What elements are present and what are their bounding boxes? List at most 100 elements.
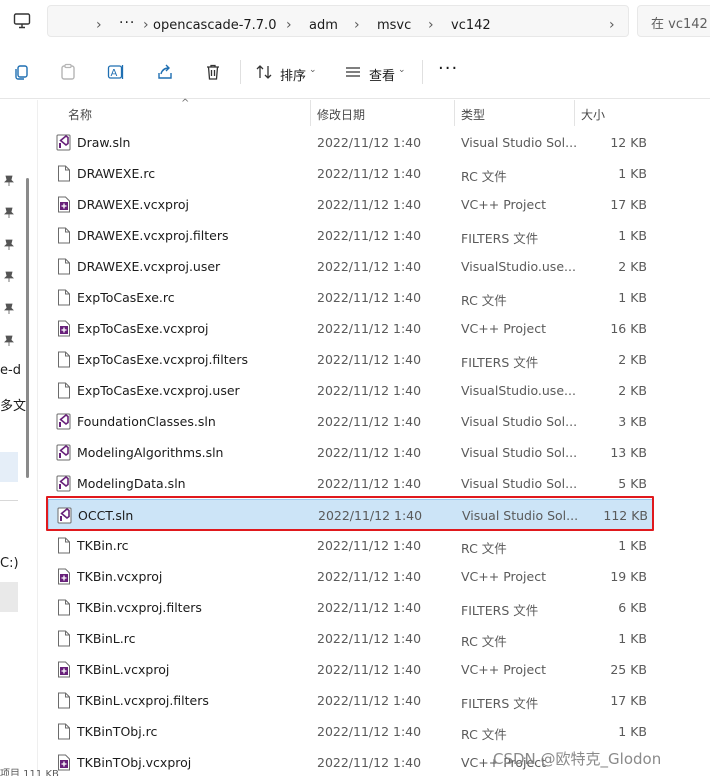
file-row[interactable]: Draw.sln 2022/11/12 1:40 Visual Studio Sol… — [48, 127, 653, 158]
file-row[interactable]: FoundationClasses.sln 2022/11/12 1:40 Visu… — [48, 406, 653, 437]
file-modified-date: 2022/11/12 1:40 — [317, 538, 422, 553]
document-file-icon — [56, 692, 72, 709]
sidebar-item-hover[interactable] — [0, 582, 18, 612]
file-modified-date: 2022/11/12 1:40 — [317, 166, 422, 181]
more-crumbs-icon[interactable]: ··· — [119, 15, 135, 31]
column-divider[interactable] — [454, 100, 455, 126]
column-header-modified[interactable]: 修改日期 — [317, 106, 365, 123]
file-row[interactable]: DRAWEXE.vcxproj.user 2022/11/12 1:40 Visua… — [48, 251, 653, 282]
file-row[interactable]: ExpToCasExe.vcxproj.filters 2022/11/12 1:… — [48, 344, 653, 375]
file-type: VC++ Project — [461, 662, 546, 677]
chevron-right-icon: › — [354, 17, 360, 33]
file-size: 12 KB — [610, 135, 647, 150]
sidebar-item-selected[interactable] — [0, 452, 18, 482]
chevron-down-icon: ⌄ — [398, 65, 406, 75]
file-modified-date: 2022/11/12 1:40 — [317, 569, 422, 584]
file-type: Visual Studio Sol... — [461, 445, 578, 460]
file-name: DRAWEXE.vcxproj — [77, 197, 189, 212]
file-name: ModelingData.sln — [77, 476, 186, 491]
file-name: ExpToCasExe.vcxproj.user — [77, 383, 240, 398]
file-size: 2 KB — [618, 383, 647, 398]
document-file-icon — [56, 258, 72, 275]
file-type: Visual Studio Sol... — [461, 414, 578, 429]
solution-file-icon — [56, 475, 72, 492]
pin-icon — [4, 335, 14, 346]
chevron-right-icon[interactable]: › — [609, 17, 615, 33]
file-type: VC++ Project — [461, 321, 546, 336]
more-options-icon[interactable]: ··· — [438, 58, 458, 79]
file-modified-date: 2022/11/12 1:40 — [317, 662, 422, 677]
copy-icon[interactable] — [13, 63, 31, 81]
file-type: Visual Studio Sol... — [461, 135, 578, 150]
breadcrumb-item-adm[interactable]: adm — [309, 18, 338, 33]
file-name: ExpToCasExe.rc — [77, 290, 175, 305]
sort-icon — [256, 65, 272, 79]
breadcrumb-item-msvc[interactable]: msvc — [377, 18, 411, 33]
document-file-icon — [56, 227, 72, 244]
column-divider[interactable] — [574, 100, 575, 126]
file-row[interactable]: ExpToCasExe.vcxproj 2022/11/12 1:40 VC++ P… — [48, 313, 653, 344]
file-name: FoundationClasses.sln — [77, 414, 216, 429]
file-name: DRAWEXE.vcxproj.filters — [77, 228, 229, 243]
file-type: RC 文件 — [461, 727, 507, 742]
file-type: FILTERS 文件 — [461, 231, 539, 246]
breadcrumb-item-opencascade[interactable]: opencascade-7.7.0 — [153, 18, 276, 33]
vcxproj-file-icon — [56, 568, 72, 585]
file-size: 1 KB — [618, 538, 647, 553]
file-row[interactable]: ModelingData.sln 2022/11/12 1:40 Visual St… — [48, 468, 653, 499]
breadcrumb-item-vc142[interactable]: vc142 — [451, 18, 491, 33]
search-input[interactable]: 在 vc142 — [637, 5, 710, 37]
file-row[interactable]: TKBinL.vcxproj 2022/11/12 1:40 VC++ Projec… — [48, 654, 653, 685]
file-row[interactable]: TKBinL.vcxproj.filters 2022/11/12 1:40 FIL… — [48, 685, 653, 716]
delete-icon[interactable] — [204, 63, 222, 81]
this-pc-icon[interactable] — [13, 12, 31, 30]
navigation-scrollbar[interactable] — [26, 178, 29, 478]
column-header-size[interactable]: 大小 — [581, 106, 605, 123]
file-modified-date: 2022/11/12 1:40 — [317, 631, 422, 646]
file-row[interactable]: DRAWEXE.vcxproj 2022/11/12 1:40 VC++ Proje… — [48, 189, 653, 220]
file-row[interactable]: ExpToCasExe.vcxproj.user 2022/11/12 1:40 V… — [48, 375, 653, 406]
file-size: 3 KB — [618, 414, 647, 429]
pin-icon — [4, 239, 14, 250]
paste-icon[interactable] — [59, 63, 77, 81]
file-size: 5 KB — [618, 476, 647, 491]
file-modified-date: 2022/11/12 1:40 — [317, 600, 422, 615]
share-icon[interactable] — [156, 63, 174, 81]
file-row[interactable]: TKBin.vcxproj 2022/11/12 1:40 VC++ Project… — [48, 561, 653, 592]
sidebar-item-label[interactable]: 多文 — [0, 395, 26, 414]
watermark: CSDN @欧特克_Glodon — [493, 750, 662, 768]
file-row[interactable]: ModelingAlgorithms.sln 2022/11/12 1:40 Vis… — [48, 437, 653, 468]
sidebar-item-drive[interactable]: C:) — [0, 556, 19, 571]
document-file-icon — [56, 537, 72, 554]
file-row[interactable]: ExpToCasExe.rc 2022/11/12 1:40 RC 文件 1 KB — [48, 282, 653, 313]
document-file-icon — [56, 723, 72, 740]
address-bar[interactable]: › ··· › opencascade-7.7.0 › adm › msvc ›… — [47, 5, 629, 37]
document-file-icon — [56, 289, 72, 306]
file-name: ExpToCasExe.vcxproj.filters — [77, 352, 249, 367]
file-row[interactable]: DRAWEXE.vcxproj.filters 2022/11/12 1:40 FI… — [48, 220, 653, 251]
file-modified-date: 2022/11/12 1:40 — [317, 383, 422, 398]
file-row[interactable]: TKBin.rc 2022/11/12 1:40 RC 文件 1 KB — [48, 530, 653, 561]
file-size: 2 KB — [618, 259, 647, 274]
file-row[interactable]: TKBin.vcxproj.filters 2022/11/12 1:40 FILT… — [48, 592, 653, 623]
file-size: 16 KB — [610, 321, 647, 336]
file-row[interactable]: TKBinL.rc 2022/11/12 1:40 RC 文件 1 KB — [48, 623, 653, 654]
column-header-name[interactable]: 名称 — [68, 106, 92, 123]
file-type: RC 文件 — [461, 541, 507, 556]
status-bar-text: 项目 111 KB — [0, 769, 59, 776]
document-file-icon — [56, 599, 72, 616]
file-type: FILTERS 文件 — [461, 603, 539, 618]
sidebar-item-label[interactable]: e-d — [0, 363, 21, 378]
column-header-type[interactable]: 类型 — [461, 106, 485, 123]
file-modified-date: 2022/11/12 1:40 — [317, 197, 422, 212]
address-bar-region: › ··· › opencascade-7.7.0 › adm › msvc ›… — [0, 0, 710, 44]
column-divider[interactable] — [310, 100, 311, 126]
file-row[interactable]: TKBinTObj.rc 2022/11/12 1:40 RC 文件 1 KB — [48, 716, 653, 747]
rename-icon[interactable]: A — [107, 63, 125, 81]
vcxproj-file-icon — [56, 320, 72, 337]
file-row[interactable]: DRAWEXE.rc 2022/11/12 1:40 RC 文件 1 KB — [48, 158, 653, 189]
chevron-right-icon: › — [96, 17, 102, 33]
file-modified-date: 2022/11/12 1:40 — [317, 724, 422, 739]
file-size: 1 KB — [618, 724, 647, 739]
file-name: ExpToCasExe.vcxproj — [77, 321, 209, 336]
